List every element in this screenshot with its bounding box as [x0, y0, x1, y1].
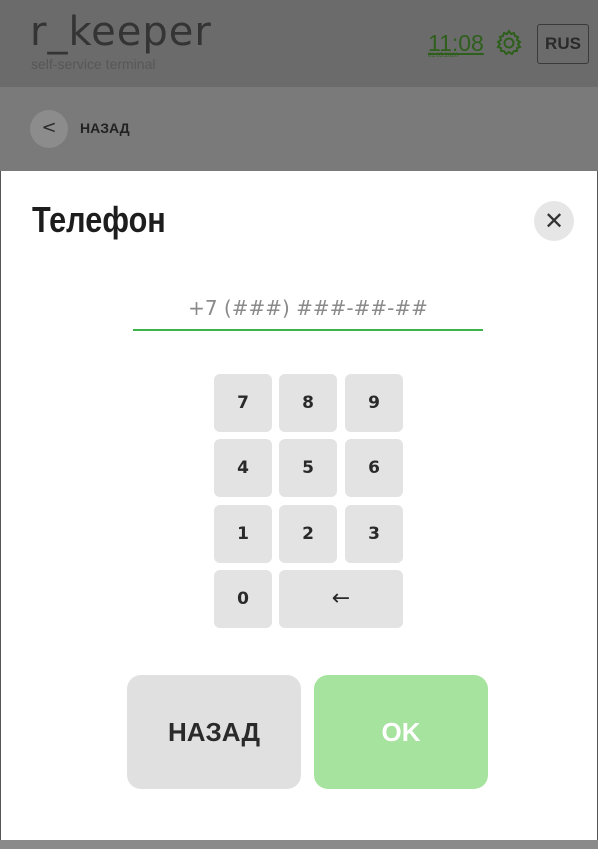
key-4[interactable]: 4	[214, 439, 272, 497]
app-logo-subtitle: self-service terminal	[31, 56, 156, 72]
key-6[interactable]: 6	[345, 439, 403, 497]
nav-back-button[interactable]: <	[30, 110, 68, 148]
chevron-left-icon: <	[41, 117, 57, 138]
backspace-icon: ←	[331, 586, 351, 611]
ok-button[interactable]: OK	[314, 675, 488, 789]
key-9[interactable]: 9	[345, 374, 403, 432]
nav-back-label[interactable]: НАЗАД	[80, 120, 130, 136]
key-1[interactable]: 1	[214, 505, 272, 563]
clock-date: 01.05.2020	[428, 53, 459, 59]
phone-dialog: Телефон ✕ 7 8 9 4 5 6 1 2 3 0 ← НАЗАД OK	[0, 171, 598, 840]
dialog-title: Телефон	[32, 199, 166, 240]
nav-bar: < НАЗАД	[0, 87, 598, 171]
close-icon: ✕	[543, 207, 565, 235]
key-2[interactable]: 2	[279, 505, 337, 563]
app-logo: r_keeper	[30, 9, 212, 55]
dialog-border-left	[0, 171, 1, 840]
key-3[interactable]: 3	[345, 505, 403, 563]
key-8[interactable]: 8	[279, 374, 337, 432]
back-button[interactable]: НАЗАД	[127, 675, 301, 789]
key-0[interactable]: 0	[214, 570, 272, 628]
bottom-bar	[0, 840, 598, 849]
app-header: r_keeper self-service terminal 11:08 01.…	[0, 0, 598, 87]
phone-input[interactable]	[133, 287, 483, 331]
close-button[interactable]: ✕	[534, 201, 574, 241]
key-5[interactable]: 5	[279, 439, 337, 497]
key-7[interactable]: 7	[214, 374, 272, 432]
backspace-button[interactable]: ←	[279, 570, 403, 628]
language-button[interactable]: RUS	[537, 24, 589, 64]
gear-icon[interactable]	[494, 28, 524, 58]
